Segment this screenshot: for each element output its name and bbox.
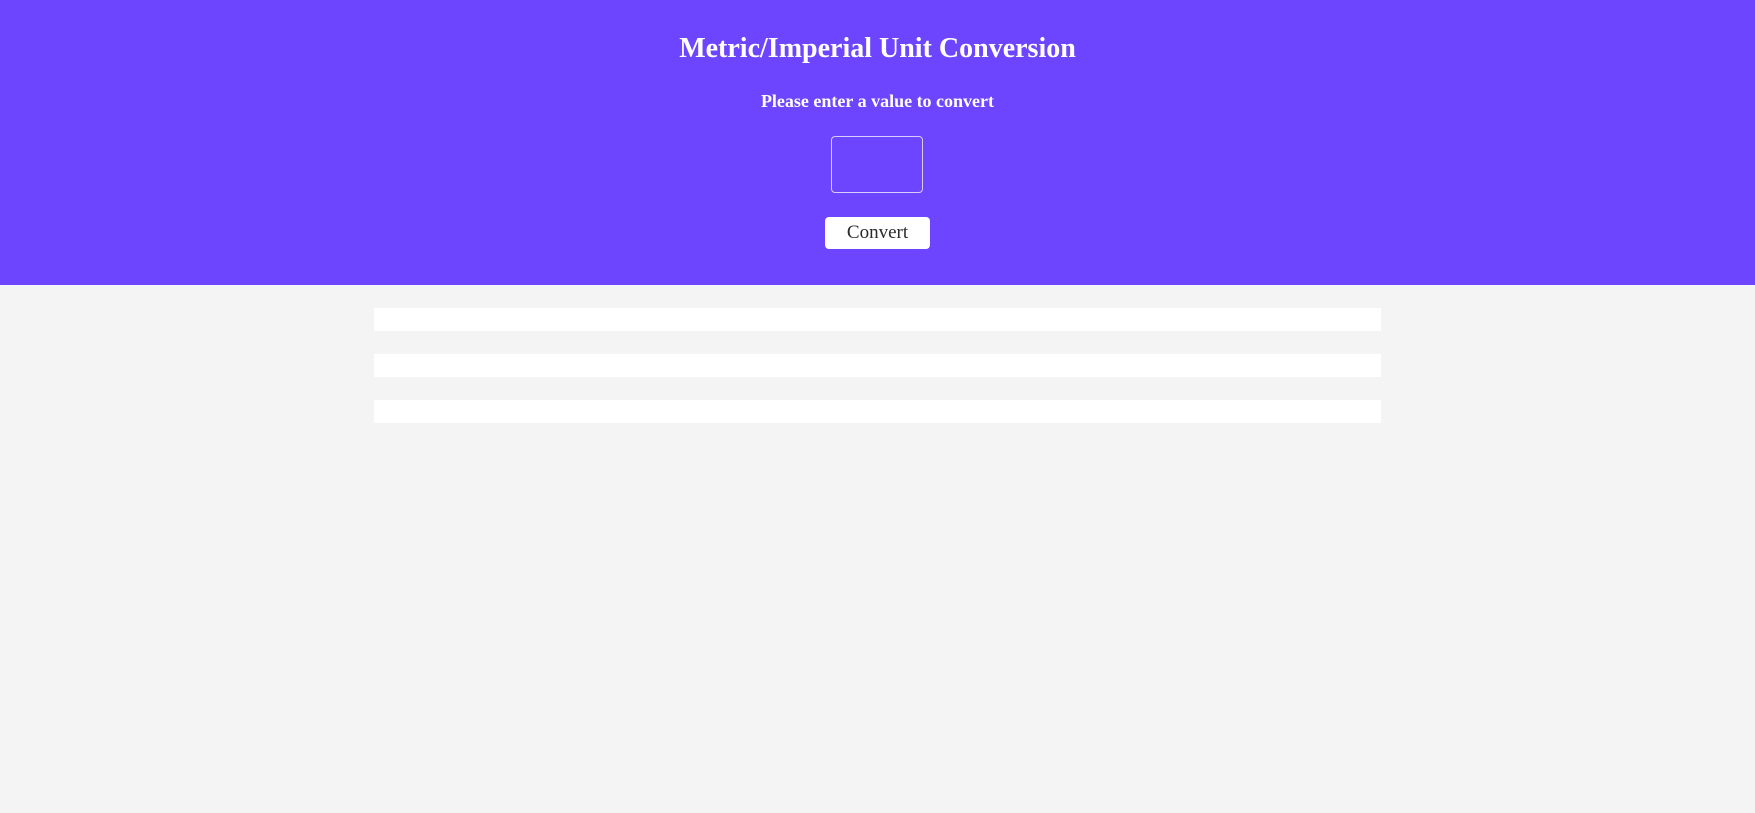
header-banner: Metric/Imperial Unit Conversion Please e… <box>0 0 1755 285</box>
page-subtitle: Please enter a value to convert <box>760 91 995 111</box>
result-volume <box>374 354 1381 377</box>
result-mass <box>374 400 1381 423</box>
result-length <box>374 308 1381 331</box>
value-input[interactable] <box>831 136 923 193</box>
results-container <box>374 308 1381 446</box>
convert-button[interactable]: Convert <box>825 217 930 249</box>
page-title: Metric/Imperial Unit Conversion <box>679 33 1076 64</box>
